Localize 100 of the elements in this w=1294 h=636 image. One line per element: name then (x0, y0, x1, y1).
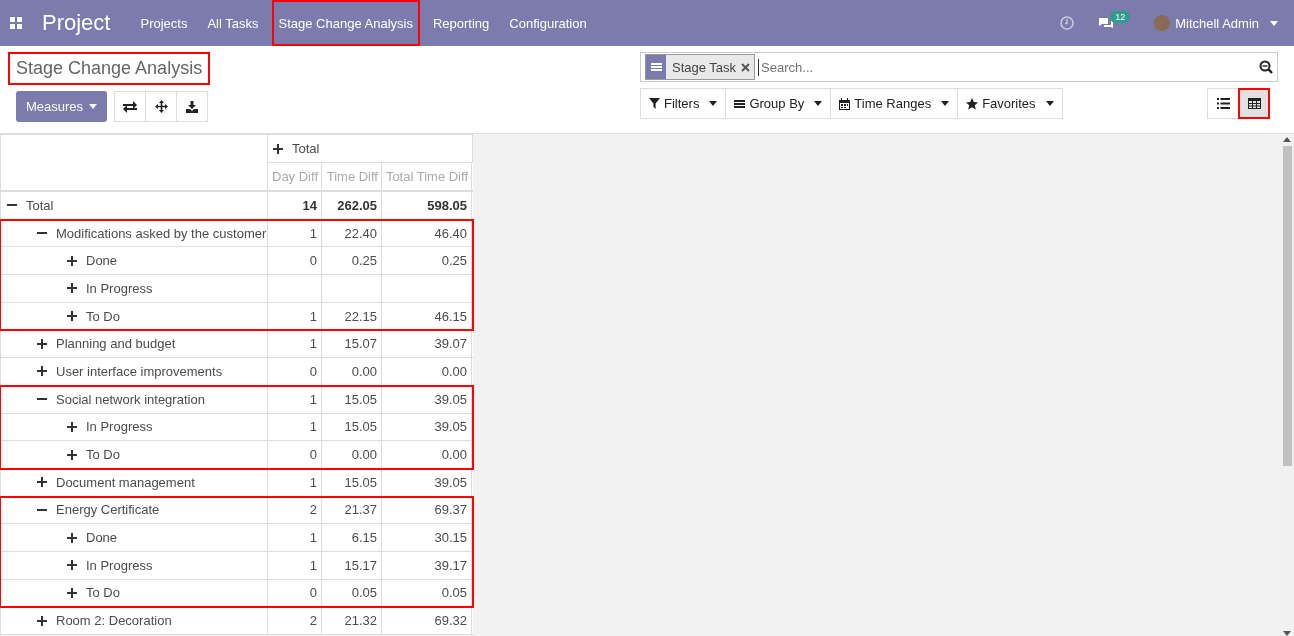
column-header[interactable]: Total (268, 135, 473, 163)
plus-icon[interactable] (67, 449, 77, 460)
menu-item[interactable]: Projects (130, 0, 198, 46)
row-header[interactable]: Total (0, 192, 268, 219)
view-switch-button[interactable] (1238, 88, 1270, 119)
table-cell: 39.05 (382, 468, 472, 496)
table-cell: 2 (268, 607, 322, 634)
row-header[interactable]: User interface improvements (0, 358, 268, 385)
row-header[interactable]: Done (0, 524, 268, 551)
expand-all-button[interactable] (145, 91, 178, 122)
search-option-button[interactable]: Group By (725, 88, 832, 119)
table-cell: 0.05 (322, 579, 382, 607)
table-cell: 0.00 (322, 441, 382, 468)
table-cell: 1 (268, 302, 322, 330)
plus-icon[interactable] (67, 255, 77, 266)
table-cell: 1 (268, 219, 322, 247)
bars-icon (734, 98, 746, 109)
row-header[interactable]: To Do (0, 441, 268, 468)
table-cell: 30.15 (382, 524, 472, 551)
table-cell: 1 (268, 330, 322, 358)
apps-menu-icon[interactable] (10, 17, 22, 29)
row-header[interactable]: To Do (0, 579, 268, 607)
table-cell: 22.15 (322, 302, 382, 330)
plus-icon[interactable] (67, 587, 77, 598)
caret-icon (1045, 101, 1054, 106)
measures-button[interactable]: Measures (16, 91, 108, 122)
row-header[interactable]: In Progress (0, 551, 268, 579)
plus-icon[interactable] (37, 477, 47, 488)
caret-icon (941, 101, 950, 106)
table-cell: 0.00 (382, 441, 472, 468)
plus-icon[interactable] (37, 615, 47, 626)
table-cell: 0.05 (382, 579, 472, 607)
plus-icon[interactable] (67, 421, 77, 432)
search-bar[interactable]: Stage Task Search... (640, 52, 1278, 82)
row-header[interactable]: Modifications asked by the customer (0, 219, 268, 247)
flip-axis-button[interactable] (114, 91, 147, 122)
caret-icon (709, 101, 718, 106)
user-menu[interactable]: Mitchell Admin (1154, 15, 1278, 31)
plus-icon[interactable] (37, 338, 47, 349)
table-cell: 69.37 (382, 496, 472, 524)
download-button[interactable] (176, 91, 209, 122)
table-cell: 0 (268, 247, 322, 275)
menu-item[interactable]: Reporting (422, 0, 500, 46)
row-header[interactable]: Social network integration (0, 385, 268, 413)
menu-item[interactable]: Configuration (499, 0, 597, 46)
calendar-icon (839, 97, 851, 110)
scroll-up-icon[interactable] (1283, 137, 1291, 142)
search-facet[interactable]: Stage Task (645, 54, 756, 80)
table-cell: 0 (268, 579, 322, 607)
table-cell: 14 (268, 192, 322, 219)
close-icon[interactable] (741, 62, 751, 72)
row-header[interactable]: Room 2: Decoration (0, 607, 268, 634)
swap-arrows-icon (123, 100, 138, 113)
table-cell: 15.05 (322, 413, 382, 441)
funnel-icon (649, 98, 660, 109)
table-cell: 15.05 (322, 468, 382, 496)
scrollbar[interactable] (1280, 137, 1294, 636)
row-header[interactable]: Done (0, 247, 268, 275)
row-header[interactable]: To Do (0, 302, 268, 330)
row-header[interactable]: In Progress (0, 275, 268, 302)
plus-icon[interactable] (67, 311, 77, 322)
table-cell: 39.17 (382, 551, 472, 579)
plus-icon[interactable] (67, 283, 77, 294)
row-header[interactable]: In Progress (0, 413, 268, 441)
search-option-button[interactable]: Favorites (957, 88, 1063, 119)
table-cell: 21.37 (322, 496, 382, 524)
table-cell: 39.05 (382, 413, 472, 441)
table-cell: 1 (268, 385, 322, 413)
table-cell: 0 (268, 358, 322, 385)
row-header[interactable]: Energy Certificate (0, 496, 268, 524)
table-cell: 0 (268, 441, 322, 468)
row-header[interactable]: Planning and budget (0, 330, 268, 358)
plus-icon[interactable] (67, 532, 77, 543)
table-cell: 598.05 (382, 192, 472, 219)
chat-icon[interactable] (1098, 16, 1115, 30)
table-cell: 0.00 (382, 358, 472, 385)
star-icon (966, 97, 979, 110)
plus-icon[interactable] (67, 560, 77, 571)
page-title: Stage Change Analysis (8, 52, 211, 85)
table-cell: 39.05 (382, 385, 472, 413)
message-count-badge: 12 (1110, 10, 1131, 23)
table-cell: 6.15 (322, 524, 382, 551)
search-option-button[interactable]: Time Ranges (830, 88, 959, 119)
list-icon (1216, 98, 1230, 109)
plus-icon[interactable] (37, 366, 47, 377)
plus-icon[interactable] (273, 143, 283, 154)
scroll-down-icon[interactable] (1283, 631, 1291, 636)
table-cell: 15.05 (322, 385, 382, 413)
menu-item[interactable]: Stage Change Analysis (271, 0, 420, 46)
facet-bars-icon (650, 62, 662, 72)
menu-item[interactable]: All Tasks (197, 0, 269, 46)
row-header[interactable]: Document management (0, 468, 268, 496)
search-option-button[interactable]: Filters (640, 88, 727, 119)
table-cell: 46.15 (382, 302, 472, 330)
table-cell: 46.40 (382, 219, 472, 247)
table-cell: 1 (268, 524, 322, 551)
table-cell: 0.00 (322, 358, 382, 385)
table-cell: 39.07 (382, 330, 472, 358)
search-icon[interactable] (1259, 60, 1273, 74)
table-icon (1247, 98, 1261, 109)
